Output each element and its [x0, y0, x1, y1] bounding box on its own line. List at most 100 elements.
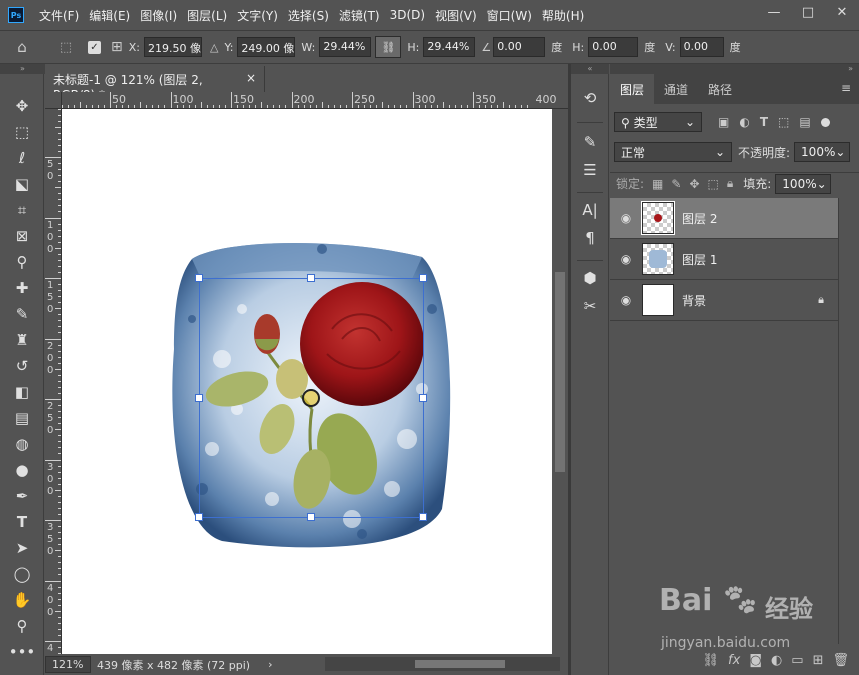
menu-view[interactable]: 视图(V) [430, 7, 482, 24]
zoom-tool-icon[interactable]: ⚲ [8, 614, 36, 638]
healing-brush-tool-icon[interactable]: ✚ [8, 276, 36, 300]
height-field[interactable]: 29.44% [423, 37, 476, 57]
ruler-vertical[interactable]: 5 0 1 0 0 1 5 0 2 0 0 2 5 0 3 0 0 3 5 0 4 0 0 4 … [45, 109, 62, 654]
more-tools-icon[interactable]: ••• [8, 640, 36, 664]
ruler-origin[interactable] [45, 92, 62, 109]
transform-handle-right[interactable] [419, 394, 427, 402]
vskew-field[interactable]: 0.00 [679, 37, 724, 57]
eraser-tool-icon[interactable]: ◧ [8, 380, 36, 404]
menu-3d[interactable]: 3D(D) [385, 8, 430, 22]
reference-point-checkbox[interactable]: ✓ [88, 40, 101, 54]
menu-edit[interactable]: 编辑(E) [84, 7, 135, 24]
dodge-tool-icon[interactable]: ● [8, 458, 36, 482]
blur-tool-icon[interactable]: ◍ [8, 432, 36, 456]
type-tool-icon[interactable]: T [8, 510, 36, 534]
zoom-field[interactable]: 121% [45, 656, 91, 673]
transform-handle-bottom[interactable] [307, 513, 315, 521]
transform-handle-bottom-right[interactable] [419, 513, 427, 521]
y-field[interactable]: 249.00 像素 [237, 37, 296, 57]
transform-handle-top-right[interactable] [419, 274, 427, 282]
horizontal-scroll-thumb[interactable] [415, 660, 505, 668]
marquee-tool-icon[interactable]: ⬚ [8, 120, 36, 144]
3d-panel-icon[interactable]: ⬢ [578, 266, 602, 290]
panel-menu-icon[interactable]: ≡ [833, 74, 859, 104]
path-select-tool-icon[interactable]: ➤ [8, 536, 36, 560]
layer-name[interactable]: 图层 1 [682, 251, 717, 268]
dock-collapse-strip[interactable]: « [571, 64, 609, 74]
transform-handle-top[interactable] [307, 274, 315, 282]
blend-mode-select[interactable]: 正常 ⌄ [614, 142, 732, 162]
filter-shape-icon[interactable]: ⬚ [778, 115, 789, 129]
visibility-eye-icon[interactable]: ◉ [610, 293, 642, 307]
tab-layers[interactable]: 图层 [610, 74, 655, 104]
transform-handle-left[interactable] [195, 394, 203, 402]
restore-button[interactable]: □ [791, 0, 825, 24]
hskew-field[interactable]: 0.00 [588, 37, 639, 57]
menu-help[interactable]: 帮助(H) [537, 7, 589, 24]
ellipse-tool-icon[interactable]: ◯ [8, 562, 36, 586]
vertical-scroll-thumb[interactable] [555, 272, 565, 472]
lock-all-icon[interactable]: 🔒︎ [727, 176, 733, 191]
lock-artboard-icon[interactable]: ⬚ [708, 177, 719, 191]
lock-pixels-icon[interactable]: ✎ [671, 177, 681, 191]
menu-image[interactable]: 图像(I) [135, 7, 182, 24]
layer-name[interactable]: 背景 [682, 292, 706, 309]
layer-row-background[interactable]: ◉ 背景 🔒︎ [610, 280, 838, 321]
transform-handle-bottom-left[interactable] [195, 513, 203, 521]
quick-select-tool-icon[interactable]: ⬕ [8, 172, 36, 196]
layer-name[interactable]: 图层 2 [682, 210, 717, 227]
hand-tool-icon[interactable]: ✋ [8, 588, 36, 612]
document-tab-close-icon[interactable]: × [246, 71, 256, 87]
menu-window[interactable]: 窗口(W) [482, 7, 537, 24]
menu-type[interactable]: 文字(Y) [232, 7, 283, 24]
horizontal-scrollbar[interactable] [325, 657, 560, 671]
delta-icon[interactable]: △ [210, 41, 218, 54]
lasso-tool-icon[interactable]: ℓ [8, 146, 36, 170]
close-button[interactable]: ✕ [825, 0, 859, 24]
opacity-field[interactable]: 100% ⌄ [794, 142, 851, 162]
transform-reference-point-icon[interactable] [302, 389, 320, 407]
filter-adjustment-icon[interactable]: ◐ [739, 115, 749, 129]
fill-field[interactable]: 100% ⌄ [775, 173, 832, 194]
menu-select[interactable]: 选择(S) [283, 7, 334, 24]
paragraph-panel-icon[interactable]: ¶ [578, 226, 602, 250]
lock-icon[interactable]: 🔒︎ [818, 293, 824, 307]
visibility-eye-icon[interactable]: ◉ [610, 211, 642, 225]
menu-file[interactable]: 文件(F) [34, 7, 84, 24]
filter-type-icon[interactable]: T [760, 115, 768, 129]
status-menu-arrow-icon[interactable]: › [268, 658, 272, 671]
stamp-tool-icon[interactable]: ♜ [8, 328, 36, 352]
filter-smart-object-icon[interactable]: ▤ [799, 115, 810, 129]
menu-filter[interactable]: 滤镜(T) [334, 7, 385, 24]
frame-tool-icon[interactable]: ⊠ [8, 224, 36, 248]
layer-row-layer-1[interactable]: ◉ 图层 1 [610, 239, 838, 280]
tab-paths[interactable]: 路径 [698, 74, 742, 104]
home-icon[interactable]: ⌂ [0, 38, 44, 56]
adjustments-icon[interactable]: ☰ [578, 158, 602, 182]
document-tab[interactable]: 未标题-1 @ 121% (图层 2, RGB/8) * × [45, 66, 265, 102]
eyedropper-tool-icon[interactable]: ⚲ [8, 250, 36, 274]
minimize-button[interactable]: — [757, 0, 791, 24]
visibility-eye-icon[interactable]: ◉ [610, 252, 642, 266]
history-brush-tool-icon[interactable]: ↺ [8, 354, 36, 378]
angle-field[interactable]: 0.00 [493, 37, 546, 57]
filter-toggle-icon[interactable] [820, 117, 830, 127]
vertical-scrollbar[interactable] [552, 109, 568, 654]
ruler-horizontal[interactable]: 50 100 150 200 250 300 350 400 [62, 92, 568, 109]
tool-presets-icon[interactable]: ✂ [578, 294, 602, 318]
brush-tool-icon[interactable]: ✎ [8, 302, 36, 326]
tab-channels[interactable]: 通道 [654, 74, 698, 104]
character-panel-icon[interactable]: A| [578, 198, 602, 222]
layer-filter-select[interactable]: ⚲ 类型 ⌄ [614, 112, 702, 132]
move-tool-icon[interactable]: ✥ [8, 94, 36, 118]
transform-handle-top-left[interactable] [195, 274, 203, 282]
crop-tool-icon[interactable]: ⌗ [8, 198, 36, 222]
width-field[interactable]: 29.44% [319, 37, 372, 57]
layer-row-layer-2[interactable]: ◉ 图层 2 [610, 198, 838, 239]
toolbar-collapse-strip[interactable]: » [0, 64, 45, 74]
canvas[interactable] [62, 109, 552, 654]
link-icon[interactable]: ⛓ [375, 36, 402, 58]
lock-position-icon[interactable]: ✥ [689, 177, 699, 191]
filter-pixel-icon[interactable]: ▣ [718, 115, 729, 129]
pen-tool-icon[interactable]: ✒ [8, 484, 36, 508]
